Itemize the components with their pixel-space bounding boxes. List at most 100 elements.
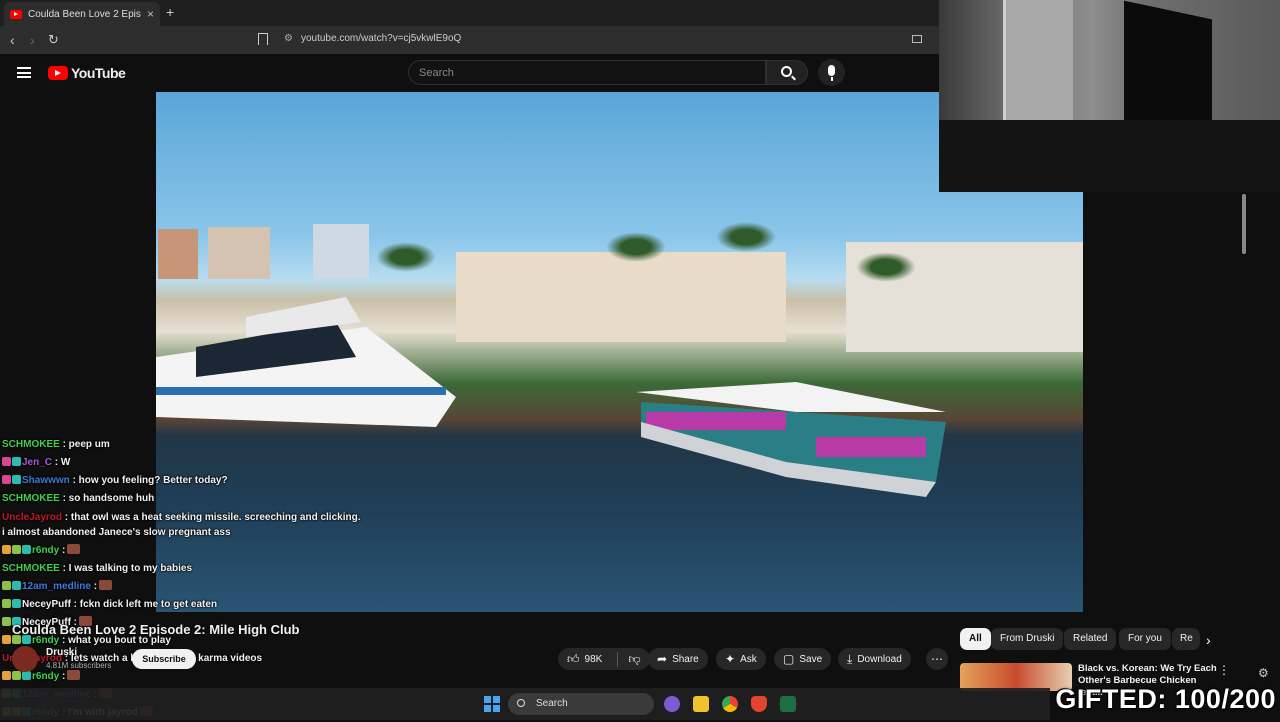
kebab-menu-icon[interactable]: ⋮ bbox=[1218, 663, 1230, 677]
chat-badge-icon bbox=[2, 617, 11, 626]
more-actions-button[interactable]: ⋯ bbox=[926, 648, 948, 670]
site-info-icon[interactable]: ⚙ bbox=[284, 33, 293, 44]
gear-icon[interactable]: ⚙ bbox=[1258, 666, 1269, 680]
windows-start-icon[interactable] bbox=[484, 696, 500, 712]
like-button[interactable]: 👍︎ 98K 👎︎ bbox=[558, 648, 650, 670]
yacht bbox=[156, 297, 456, 427]
subscribe-button[interactable]: Subscribe bbox=[132, 649, 196, 669]
chat-text: : I was talking to my babies bbox=[59, 563, 193, 574]
palm-tree bbox=[376, 242, 436, 272]
url-text: youtube.com/watch?v=cj5vkwlE9oQ bbox=[300, 33, 462, 44]
chat-message: SCHMOKEE : so handsome huh bbox=[2, 490, 362, 508]
chat-username[interactable]: 12am_medline bbox=[22, 581, 91, 592]
voice-search-icon[interactable] bbox=[818, 59, 845, 86]
close-tab-icon[interactable]: × bbox=[147, 7, 154, 21]
chat-username[interactable]: Jen_C bbox=[22, 457, 52, 468]
forward-arrow-icon[interactable]: › bbox=[30, 32, 35, 48]
thumbs-down-icon[interactable]: 👎︎ bbox=[617, 651, 641, 667]
waterfront-mansion bbox=[456, 252, 786, 342]
discord-app-icon[interactable] bbox=[664, 696, 680, 712]
palm-tree bbox=[716, 222, 776, 252]
search-input[interactable]: Search bbox=[408, 60, 766, 85]
file-explorer-icon[interactable] bbox=[693, 696, 709, 712]
chrome-app-icon[interactable] bbox=[722, 696, 738, 712]
chat-emote-icon bbox=[67, 544, 81, 554]
search-button[interactable] bbox=[766, 60, 808, 85]
subscriber-count: 4.81M subscribers bbox=[46, 661, 112, 670]
chat-text: : bbox=[59, 671, 66, 682]
tab-title: Coulda Been Love 2 Episode 2: M bbox=[28, 8, 141, 20]
stream-chat-overlay: SCHMOKEE : peep um Jen_C : W Shawwwn : how… bbox=[2, 436, 362, 722]
save-button[interactable]: ▢ Save bbox=[774, 648, 832, 670]
chat-badge-icon bbox=[22, 545, 31, 554]
search-icon bbox=[517, 699, 525, 707]
chat-badge-icon bbox=[12, 545, 21, 554]
chat-username[interactable]: r6ndy bbox=[32, 671, 59, 682]
chip-truncated[interactable]: Re bbox=[1172, 628, 1200, 650]
channel-name[interactable]: Druski bbox=[46, 647, 77, 658]
chat-username[interactable]: Shawwwn bbox=[22, 475, 70, 486]
webcam-desk bbox=[939, 120, 1280, 192]
chat-badge-icon bbox=[12, 475, 21, 484]
palm-tree bbox=[856, 252, 916, 282]
chat-username[interactable]: NeceyPuff bbox=[22, 599, 71, 610]
taskbar-search[interactable]: Search bbox=[508, 693, 654, 715]
brave-app-icon[interactable] bbox=[751, 696, 767, 712]
chat-message: SCHMOKEE : I was talking to my babies bbox=[2, 560, 362, 578]
cast-icon[interactable] bbox=[912, 35, 922, 43]
chip-from-druski[interactable]: From Druski bbox=[991, 628, 1064, 650]
browser-tab[interactable]: Coulda Been Love 2 Episode 2: M × bbox=[4, 2, 160, 26]
chat-emote-icon bbox=[67, 670, 81, 680]
chat-username[interactable]: SCHMOKEE bbox=[2, 563, 60, 574]
chat-message: Shawwwn : how you feeling? Better today? bbox=[2, 472, 362, 490]
thumbs-up-icon: 👍︎ bbox=[567, 651, 580, 666]
page-scrollbar[interactable] bbox=[1240, 192, 1248, 612]
chat-username[interactable]: UncleJayrod bbox=[2, 512, 62, 523]
chat-text: : bbox=[90, 581, 98, 592]
chat-text: : how you feeling? Better today? bbox=[69, 475, 228, 486]
chat-badge-icon bbox=[2, 671, 11, 680]
youtube-logo-text: YouTube bbox=[71, 65, 126, 81]
chip-related[interactable]: Related bbox=[1064, 628, 1117, 650]
download-icon: ⤓ bbox=[847, 651, 853, 666]
hamburger-menu-icon[interactable] bbox=[17, 67, 31, 78]
chat-badge-icon bbox=[2, 457, 11, 466]
like-count: 98K bbox=[584, 653, 603, 665]
share-label: Share bbox=[672, 653, 699, 665]
chat-badge-icon bbox=[2, 581, 11, 590]
chevron-right-icon[interactable]: › bbox=[1206, 632, 1211, 648]
palm-tree bbox=[606, 232, 666, 262]
chat-text: : bbox=[59, 545, 66, 556]
download-label: Download bbox=[857, 653, 902, 665]
chat-username[interactable]: r6ndy bbox=[32, 545, 59, 556]
tower-building bbox=[208, 227, 270, 279]
youtube-logo[interactable]: YouTube bbox=[48, 65, 126, 81]
search-icon bbox=[781, 66, 792, 77]
back-arrow-icon[interactable]: ‹ bbox=[10, 32, 15, 48]
share-button[interactable]: ➦ Share bbox=[648, 648, 708, 670]
url-field[interactable]: ⚙ youtube.com/watch?v=cj5vkwlE9oQ bbox=[284, 33, 461, 44]
channel-avatar[interactable] bbox=[12, 646, 38, 672]
video-title: Coulda Been Love 2 Episode 2: Mile High … bbox=[12, 622, 300, 637]
chat-username[interactable]: SCHMOKEE bbox=[2, 493, 60, 504]
download-button[interactable]: ⤓ Download bbox=[838, 648, 911, 670]
tower-building bbox=[313, 224, 369, 279]
chat-emote-icon bbox=[99, 580, 113, 590]
chip-all[interactable]: All bbox=[960, 628, 991, 650]
bookmark-icon[interactable] bbox=[258, 33, 268, 45]
chat-message: NeceyPuff : fckn dick left me to get eat… bbox=[2, 596, 362, 614]
youtube-play-icon bbox=[48, 66, 68, 80]
ask-button[interactable]: ✦ Ask bbox=[716, 648, 766, 670]
chat-badge-icon bbox=[2, 599, 11, 608]
excel-app-icon[interactable] bbox=[780, 696, 796, 712]
chat-badge-icon bbox=[12, 457, 21, 466]
scrollbar-thumb[interactable] bbox=[1242, 194, 1246, 254]
chat-text: : so handsome huh bbox=[59, 493, 155, 504]
address-bar-container bbox=[0, 26, 940, 54]
chip-for-you[interactable]: For you bbox=[1119, 628, 1171, 650]
reload-icon[interactable]: ↻ bbox=[48, 32, 59, 48]
new-tab-button[interactable]: + bbox=[166, 4, 174, 20]
chat-message: r6ndy : bbox=[2, 668, 362, 686]
chat-username[interactable]: SCHMOKEE bbox=[2, 439, 60, 450]
chat-message: 12am_medline : bbox=[2, 578, 362, 596]
